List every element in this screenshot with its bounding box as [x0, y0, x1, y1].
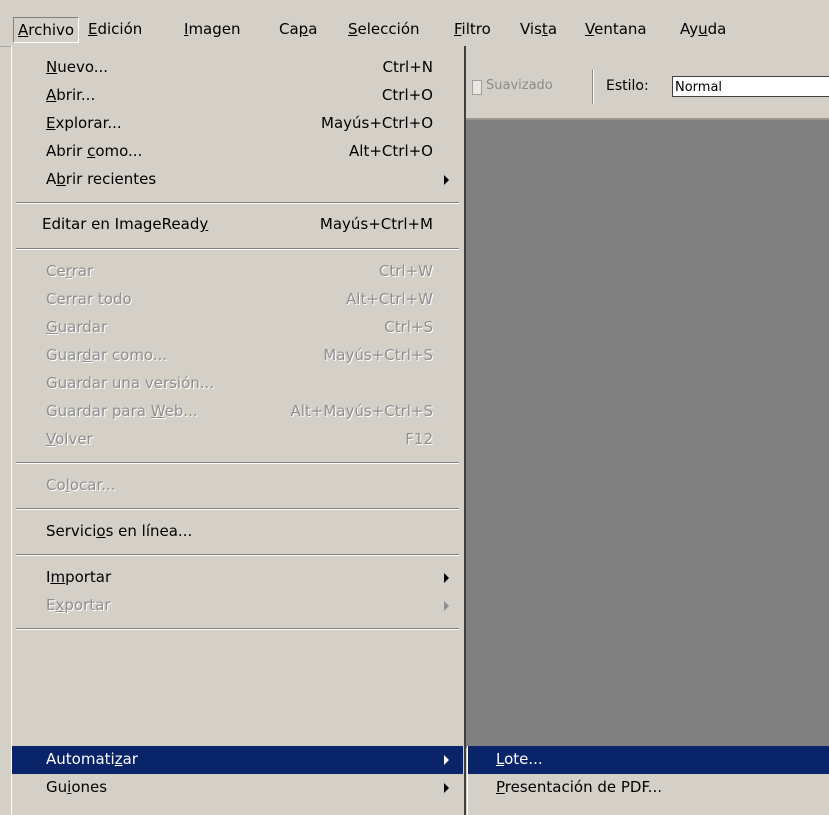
menu-item-colocar[interactable]: Colocar... — [12, 472, 463, 500]
menu-item-guiones[interactable]: Guiones — [12, 774, 463, 802]
submenu-arrow-icon — [444, 755, 449, 765]
antialias-checkbox[interactable] — [472, 80, 482, 95]
item-label: Presentación de PDF... — [496, 778, 662, 796]
mnemonic: u — [698, 20, 708, 38]
item-label: Lote... — [496, 750, 543, 768]
menu-edicion[interactable]: Edición — [84, 17, 146, 43]
item-shortcut: Ctrl+O — [381, 86, 433, 104]
menu-ayuda[interactable]: Ayuda — [676, 17, 730, 43]
item-label: Guardar una versión... — [46, 374, 215, 392]
menu-item-nuevo[interactable]: Nuevo... Ctrl+N — [12, 54, 463, 82]
mnemonic: p — [298, 20, 309, 38]
menu-filtro[interactable]: Filtro — [450, 17, 495, 43]
menu-archivo[interactable]: Archivo — [13, 17, 80, 43]
item-label: Abrir... — [46, 86, 96, 104]
menu-item-guardar-como[interactable]: Guardar como... Mayús+Ctrl+S — [12, 342, 463, 370]
mnemonic: S — [348, 20, 358, 38]
menu-item-exportar[interactable]: Exportar — [12, 592, 463, 620]
submenu-arrow-icon — [444, 601, 449, 611]
item-label: Abrir recientes — [46, 170, 157, 188]
workspace-canvas — [466, 120, 829, 748]
item-shortcut: Alt+Mayús+Ctrl+S — [290, 402, 433, 420]
item-shortcut: F12 — [405, 430, 433, 448]
item-shortcut: Ctrl+S — [384, 318, 433, 336]
item-label: Abrir como... — [46, 142, 143, 160]
item-shortcut: Ctrl+W — [378, 262, 433, 280]
submenu-arrow-icon — [444, 783, 449, 793]
item-label: Guardar — [46, 318, 108, 336]
menu-item-automatizar[interactable]: Automatizar — [12, 746, 463, 774]
automate-submenu: Lote... Presentación de PDF... — [467, 746, 829, 815]
menu-item-abrir[interactable]: Abrir... Ctrl+O — [12, 82, 463, 110]
item-label: Volver — [46, 430, 93, 448]
submenu-arrow-icon — [444, 175, 449, 185]
menu-separator — [16, 248, 459, 250]
item-label: Guardar como... — [46, 346, 168, 364]
mnemonic: A — [18, 21, 29, 39]
menu-item-editar-imageready[interactable]: Editar en ImageReady Mayús+Ctrl+M — [12, 211, 463, 239]
menu-item-explorar[interactable]: Explorar... Mayús+Ctrl+O — [12, 110, 463, 138]
menu-item-guardar-version[interactable]: Guardar una versión... — [12, 370, 463, 398]
item-label: Cerrar — [46, 262, 94, 280]
item-shortcut: Alt+Ctrl+O — [349, 142, 433, 160]
item-shortcut: Mayús+Ctrl+O — [321, 114, 433, 132]
menu-capa[interactable]: Capa — [275, 17, 321, 43]
menu-seleccion[interactable]: Selección — [344, 17, 424, 43]
item-label: Editar en ImageReady — [42, 215, 209, 233]
item-label: Exportar — [46, 596, 111, 614]
item-label: Nuevo... — [46, 58, 109, 76]
file-menu-dropdown: Nuevo... Ctrl+N Abrir... Ctrl+O Explorar..… — [11, 46, 466, 815]
menu-item-cerrar-todo[interactable]: Cerrar todo Alt+Ctrl+W — [12, 286, 463, 314]
menu-item-cerrar[interactable]: Cerrar Ctrl+W — [12, 258, 463, 286]
submenu-item-lote[interactable]: Lote... — [468, 746, 829, 774]
menu-item-servicios[interactable]: Servicios en línea... — [12, 518, 463, 546]
options-divider — [592, 70, 593, 104]
menu-separator — [16, 628, 459, 630]
item-label: Importar — [46, 568, 112, 586]
menu-bar: Archivo Edición Imagen Capa Selección Fi… — [0, 0, 829, 47]
menu-item-volver[interactable]: Volver F12 — [12, 426, 463, 454]
menu-imagen[interactable]: Imagen — [180, 17, 245, 43]
mnemonic: V — [585, 20, 595, 38]
item-label: Explorar... — [46, 114, 122, 132]
style-select[interactable]: Normal — [672, 76, 829, 97]
style-label: Estilo: — [606, 78, 649, 94]
item-label: Guiones — [46, 778, 108, 796]
menu-ventana[interactable]: Ventana — [581, 17, 651, 43]
mnemonic: F — [454, 20, 462, 38]
item-shortcut: Alt+Ctrl+W — [346, 290, 433, 308]
submenu-item-presentacion-pdf[interactable]: Presentación de PDF... — [468, 774, 829, 802]
menu-item-importar[interactable]: Importar — [12, 564, 463, 592]
item-label: Cerrar todo — [46, 290, 132, 308]
menu-separator — [16, 202, 459, 204]
item-shortcut: Ctrl+N — [382, 58, 433, 76]
tool-options-bar: Suavizado Estilo: Normal — [466, 46, 829, 120]
item-label: Automatizar — [46, 750, 138, 768]
item-label: Colocar... — [46, 476, 116, 494]
menu-separator — [16, 462, 459, 464]
menu-item-guardar[interactable]: Guardar Ctrl+S — [12, 314, 463, 342]
item-label: Guardar para Web... — [46, 402, 198, 420]
item-shortcut: Mayús+Ctrl+M — [319, 215, 433, 233]
menu-item-guardar-web[interactable]: Guardar para Web... Alt+Mayús+Ctrl+S — [12, 398, 463, 426]
menu-separator — [16, 508, 459, 510]
menu-item-abrir-como[interactable]: Abrir como... Alt+Ctrl+O — [12, 138, 463, 166]
antialias-label: Suavizado — [486, 78, 553, 93]
item-label: Servicios en línea... — [46, 522, 193, 540]
menu-item-abrir-recientes[interactable]: Abrir recientes — [12, 166, 463, 194]
menu-vista[interactable]: Vista — [516, 17, 561, 43]
menu-separator — [16, 554, 459, 556]
item-shortcut: Mayús+Ctrl+S — [323, 346, 433, 364]
submenu-arrow-icon — [444, 573, 449, 583]
